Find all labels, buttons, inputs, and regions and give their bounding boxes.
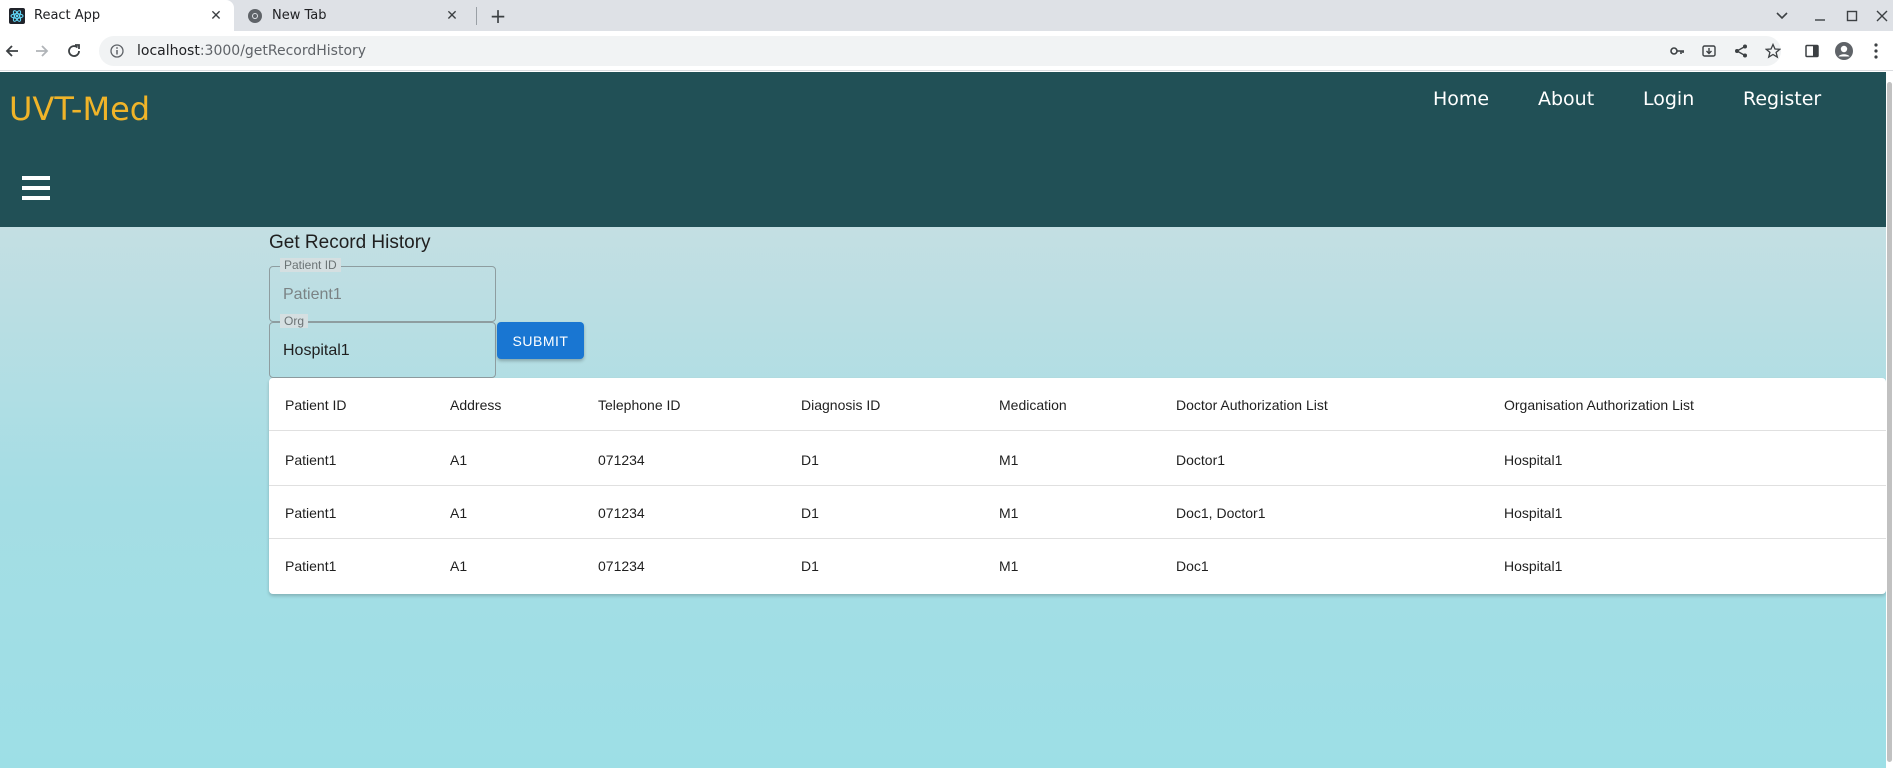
cell-org-auth: Hospital1 <box>1504 504 1563 521</box>
tab-search-chevron-icon[interactable] <box>1766 0 1798 31</box>
new-tab-button[interactable]: + <box>484 4 512 28</box>
org-input[interactable] <box>283 339 483 363</box>
nav-register[interactable]: Register <box>1743 88 1821 110</box>
url-text: localhost:3000/getRecordHistory <box>137 43 367 59</box>
patient-id-label: Patient ID <box>280 258 341 272</box>
cell-telephone-id: 071234 <box>598 557 645 574</box>
nav-home[interactable]: Home <box>1433 88 1489 110</box>
hamburger-menu-icon[interactable] <box>22 176 50 200</box>
column-header: Doctor Authorization List <box>1176 396 1328 413</box>
table-row[interactable]: Patient1 A1 071234 D1 M1 Doctor1 Hospita… <box>269 433 1886 486</box>
table-row[interactable]: Patient1 A1 071234 D1 M1 Doc1 Hospital1 <box>269 539 1886 592</box>
nav-login[interactable]: Login <box>1643 88 1694 110</box>
org-field[interactable]: Org <box>269 314 496 378</box>
cell-telephone-id: 071234 <box>598 504 645 521</box>
nav-about[interactable]: About <box>1538 88 1594 110</box>
cell-patient-id: Patient1 <box>285 557 337 574</box>
cell-patient-id: Patient1 <box>285 504 337 521</box>
submit-button[interactable]: SUBMIT <box>497 322 584 359</box>
tab-divider <box>476 7 477 25</box>
scrollbar-thumb[interactable] <box>1887 82 1892 762</box>
cell-address: A1 <box>450 557 468 574</box>
address-bar[interactable]: localhost:3000/getRecordHistory <box>99 36 1781 66</box>
cell-telephone-id: 071234 <box>598 451 645 468</box>
install-icon[interactable] <box>1698 40 1720 62</box>
back-arrow-icon[interactable] <box>0 39 24 63</box>
cell-address: A1 <box>450 451 468 468</box>
side-panel-icon[interactable] <box>1800 39 1824 63</box>
page-title: Get Record History <box>269 232 431 253</box>
close-window-icon[interactable] <box>1866 0 1893 31</box>
cell-patient-id: Patient1 <box>285 451 337 468</box>
column-header: Address <box>450 396 502 413</box>
column-header: Organisation Authorization List <box>1504 396 1694 413</box>
profile-avatar-icon[interactable] <box>1832 39 1856 63</box>
column-header: Patient ID <box>285 396 347 413</box>
forward-arrow-icon[interactable] <box>30 39 54 63</box>
browser-tab-strip: React App ✕ New Tab ✕ + <box>0 0 1893 31</box>
cell-address: A1 <box>450 504 468 521</box>
cell-medication: M1 <box>999 557 1019 574</box>
cell-org-auth: Hospital1 <box>1504 451 1563 468</box>
minimize-icon[interactable] <box>1804 0 1836 31</box>
column-header: Diagnosis ID <box>801 396 881 413</box>
chrome-icon <box>247 8 263 24</box>
org-label: Org <box>280 314 309 328</box>
app-header: UVT-Med Home About Login Register <box>0 72 1886 227</box>
cell-doctor-auth: Doctor1 <box>1176 451 1226 468</box>
tab-title: New Tab <box>272 8 327 23</box>
cell-doctor-auth: Doc1 <box>1176 557 1209 574</box>
share-icon[interactable] <box>1730 40 1752 62</box>
top-nav: Home About Login Register <box>0 88 1886 116</box>
tab-react-app[interactable]: React App ✕ <box>0 0 234 31</box>
key-icon[interactable] <box>1666 40 1688 62</box>
tab-title: React App <box>34 8 101 23</box>
table-header-row: Patient ID Address Telephone ID Diagnosi… <box>269 378 1886 431</box>
page-scrollbar[interactable] <box>1886 72 1893 768</box>
close-icon[interactable]: ✕ <box>442 6 462 26</box>
page-content: UVT-Med Home About Login Register Get Re… <box>0 72 1893 768</box>
column-header: Medication <box>999 396 1067 413</box>
patient-id-input[interactable] <box>283 283 483 307</box>
cell-diagnosis-id: D1 <box>801 504 819 521</box>
cell-diagnosis-id: D1 <box>801 557 819 574</box>
tab-new-tab[interactable]: New Tab ✕ <box>238 0 470 31</box>
react-icon <box>9 7 25 24</box>
kebab-menu-icon[interactable] <box>1864 39 1888 63</box>
cell-medication: M1 <box>999 451 1019 468</box>
address-toolbar: localhost:3000/getRecordHistory <box>0 31 1893 71</box>
column-header: Telephone ID <box>598 396 681 413</box>
maximize-icon[interactable] <box>1836 0 1868 31</box>
close-icon[interactable]: ✕ <box>206 6 226 26</box>
bookmark-star-icon[interactable] <box>1762 40 1784 62</box>
cell-org-auth: Hospital1 <box>1504 557 1563 574</box>
table-row[interactable]: Patient1 A1 071234 D1 M1 Doc1, Doctor1 H… <box>269 486 1886 539</box>
cell-medication: M1 <box>999 504 1019 521</box>
reload-icon[interactable] <box>62 39 86 63</box>
cell-diagnosis-id: D1 <box>801 451 819 468</box>
record-history-table: Patient ID Address Telephone ID Diagnosi… <box>269 378 1886 594</box>
info-icon[interactable] <box>107 41 127 61</box>
cell-doctor-auth: Doc1, Doctor1 <box>1176 504 1266 521</box>
